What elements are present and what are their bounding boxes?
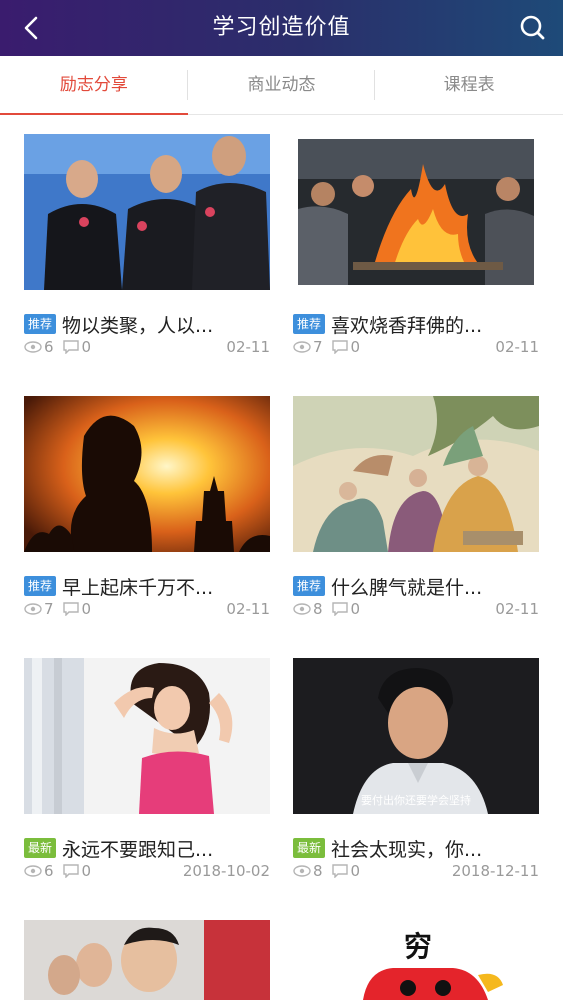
view-count: 8 xyxy=(313,600,323,618)
article-card[interactable]: 穷 xyxy=(293,920,539,1000)
article-title: 物以类聚，人以... xyxy=(62,314,214,337)
new-badge: 最新 xyxy=(24,838,57,858)
article-title-row: 推荐 物以类聚，人以... xyxy=(24,310,270,338)
article-card[interactable] xyxy=(24,920,270,1000)
article-title-row: 推荐 什么脾气就是什... xyxy=(293,572,539,600)
article-thumbnail xyxy=(293,396,539,552)
tab-course-schedule[interactable]: 课程表 xyxy=(375,56,563,114)
article-thumbnail xyxy=(24,134,270,290)
article-title: 永远不要跟知己... xyxy=(62,838,214,861)
eye-icon xyxy=(293,341,311,353)
sticker-text: 穷 xyxy=(404,930,432,963)
comment-icon xyxy=(331,864,348,878)
publish-date: 02-11 xyxy=(495,600,539,618)
comment-count: 0 xyxy=(350,862,361,880)
tab-course-schedule-label: 课程表 xyxy=(443,75,495,95)
video-subtitle-text: 要付出你还要学会坚持 xyxy=(361,793,471,807)
article-thumbnail xyxy=(24,920,270,1000)
comment-icon xyxy=(331,340,348,354)
comment-icon xyxy=(62,340,79,354)
recommended-badge: 推荐 xyxy=(24,576,57,596)
search-icon[interactable] xyxy=(515,10,551,46)
comment-icon xyxy=(62,864,79,878)
eye-icon xyxy=(293,603,311,615)
article-thumbnail xyxy=(293,134,539,290)
comment-icon xyxy=(331,602,348,616)
eye-icon xyxy=(24,603,42,615)
article-title-row: 推荐 喜欢烧香拜佛的... xyxy=(293,310,539,338)
article-title-row: 最新 永远不要跟知己... xyxy=(24,834,270,862)
publish-date: 02-11 xyxy=(226,338,270,356)
recommended-badge: 推荐 xyxy=(293,314,326,334)
recommended-badge: 推荐 xyxy=(24,314,57,334)
article-thumbnail: 穷 xyxy=(293,920,539,1000)
article-thumbnail: 要付出你还要学会坚持 xyxy=(293,658,539,814)
view-count: 7 xyxy=(313,338,323,356)
tab-inspiration[interactable]: 励志分享 xyxy=(0,56,188,115)
view-count: 8 xyxy=(313,862,323,880)
article-meta: 8 0 02-11 xyxy=(293,598,539,620)
publish-date: 2018-10-02 xyxy=(182,862,270,880)
eye-icon xyxy=(24,341,42,353)
tab-business-news[interactable]: 商业动态 xyxy=(188,56,376,114)
comment-count: 0 xyxy=(81,600,92,618)
article-meta: 8 0 2018-12-11 xyxy=(293,860,539,882)
article-title-row: 最新 社会太现实，你... xyxy=(293,834,539,862)
article-title-row: 推荐 早上起床千万不... xyxy=(24,572,270,600)
view-count: 7 xyxy=(44,600,54,618)
article-meta: 7 0 02-11 xyxy=(293,336,539,358)
comment-count: 0 xyxy=(81,338,92,356)
tab-bar: 励志分享 商业动态 课程表 xyxy=(0,56,563,115)
article-meta: 7 0 02-11 xyxy=(24,598,270,620)
publish-date: 02-11 xyxy=(226,600,270,618)
publish-date: 2018-12-11 xyxy=(451,862,539,880)
article-thumbnail xyxy=(24,658,270,814)
article-meta: 6 0 2018-10-02 xyxy=(24,860,270,882)
tab-business-news-label: 商业动态 xyxy=(247,75,316,95)
article-thumbnail xyxy=(24,396,270,552)
view-count: 6 xyxy=(44,338,54,356)
eye-icon xyxy=(293,865,311,877)
comment-count: 0 xyxy=(350,338,361,356)
top-bar: 学习创造价值 xyxy=(0,0,563,56)
article-meta: 6 0 02-11 xyxy=(24,336,270,358)
recommended-badge: 推荐 xyxy=(293,576,326,596)
comment-icon xyxy=(62,602,79,616)
tab-inspiration-label: 励志分享 xyxy=(59,75,128,95)
eye-icon xyxy=(24,865,42,877)
comment-count: 0 xyxy=(81,862,92,880)
article-title: 什么脾气就是什... xyxy=(331,576,483,599)
new-badge: 最新 xyxy=(293,838,326,858)
page-title: 学习创造价值 xyxy=(212,15,351,40)
comment-count: 0 xyxy=(350,600,361,618)
article-title: 社会太现实，你... xyxy=(331,838,483,861)
article-title: 喜欢烧香拜佛的... xyxy=(331,314,483,337)
publish-date: 02-11 xyxy=(495,338,539,356)
article-title: 早上起床千万不... xyxy=(62,576,214,599)
view-count: 6 xyxy=(44,862,54,880)
